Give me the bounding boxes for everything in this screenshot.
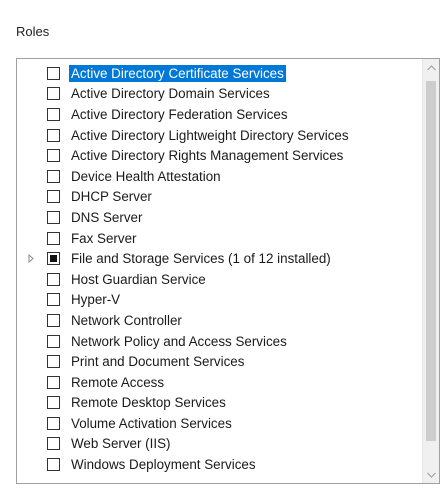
scroll-down-button[interactable] [423,466,439,483]
role-label: Fax Server [71,230,137,246]
role-list-item[interactable]: Active Directory Lightweight Directory S… [17,125,421,146]
role-list-item[interactable]: Active Directory Federation Services [17,104,421,125]
role-label: Volume Activation Services [71,415,232,431]
role-list-item[interactable]: Volume Activation Services [17,413,421,434]
role-checkbox[interactable] [47,396,60,410]
role-checkbox[interactable] [47,272,60,286]
role-label: Remote Desktop Services [71,395,226,411]
role-label: Device Health Attestation [71,168,221,184]
role-checkbox[interactable] [47,169,60,183]
role-list-item[interactable]: Print and Document Services [17,351,421,372]
expander-spacer [25,459,37,471]
expander-spacer [25,170,37,182]
role-checkbox[interactable] [47,458,60,472]
role-label: Network Policy and Access Services [71,333,287,349]
role-list-item[interactable]: Fax Server [17,228,421,249]
role-list-item[interactable]: Network Controller [17,310,421,331]
role-label: Network Controller [71,312,182,328]
expander-spacer [25,356,37,368]
expander-spacer [25,150,37,162]
role-checkbox[interactable] [47,252,60,266]
role-label: Hyper-V [71,292,121,308]
role-label: Web Server (IIS) [71,436,171,452]
role-label: Active Directory Rights Management Servi… [71,148,344,164]
role-label: DNS Server [71,209,143,225]
expander-spacer [25,108,37,120]
expander-spacer [25,438,37,450]
roles-list-items: Active Directory Certificate Services Act… [17,63,421,475]
expander-spacer [25,67,37,79]
role-label: Remote Access [71,374,165,390]
role-list-item[interactable]: Windows Deployment Services [17,454,421,475]
role-checkbox[interactable] [47,437,60,451]
role-checkbox[interactable] [47,416,60,430]
role-checkbox[interactable] [47,355,60,369]
expander-spacer [25,232,37,244]
expander-spacer [25,294,37,306]
role-label: Windows Deployment Services [71,457,256,473]
role-checkbox[interactable] [47,313,60,327]
expander-spacer [25,273,37,285]
role-checkbox[interactable] [47,87,60,101]
role-label: File and Storage Services (1 of 12 insta… [71,251,331,267]
roles-section-title: Roles [16,24,50,39]
expander-spacer [25,88,37,100]
expander-spacer [25,129,37,141]
role-list-item[interactable]: Active Directory Certificate Services [17,63,421,84]
role-list-item[interactable]: DNS Server [17,207,421,228]
role-checkbox[interactable] [47,66,60,80]
expand-arrow-icon[interactable] [25,253,37,265]
chevron-up-icon [426,64,436,70]
role-list-item[interactable]: File and Storage Services (1 of 12 insta… [17,248,421,269]
expander-spacer [25,314,37,326]
role-label: Host Guardian Service [71,271,206,287]
role-checkbox[interactable] [47,210,60,224]
role-list-item[interactable]: Remote Access [17,372,421,393]
chevron-down-icon [426,472,436,478]
expander-spacer [25,397,37,409]
role-label: DHCP Server [71,189,152,205]
role-checkbox[interactable] [47,107,60,121]
role-label: Active Directory Certificate Services [69,64,286,82]
role-list-item[interactable]: Web Server (IIS) [17,434,421,455]
role-list-item[interactable]: Hyper-V [17,290,421,311]
role-list-item[interactable]: Device Health Attestation [17,166,421,187]
role-checkbox[interactable] [47,334,60,348]
expander-spacer [25,376,37,388]
expander-spacer [25,335,37,347]
role-checkbox[interactable] [47,128,60,142]
expander-spacer [25,191,37,203]
role-checkbox[interactable] [47,375,60,389]
role-list-item[interactable]: Network Policy and Access Services [17,331,421,352]
role-list-item[interactable]: Active Directory Rights Management Servi… [17,145,421,166]
scroll-up-button[interactable] [423,59,439,76]
role-label: Active Directory Federation Services [71,106,288,122]
role-list-item[interactable]: Remote Desktop Services [17,393,421,414]
role-label: Active Directory Lightweight Directory S… [71,127,349,143]
role-label: Print and Document Services [71,354,245,370]
role-list-item[interactable]: DHCP Server [17,187,421,208]
role-checkbox[interactable] [47,293,60,307]
expander-spacer [25,211,37,223]
vertical-scrollbar[interactable] [422,59,439,483]
role-checkbox[interactable] [47,231,60,245]
role-label: Active Directory Domain Services [71,86,270,102]
expander-spacer [25,417,37,429]
role-checkbox[interactable] [47,190,60,204]
role-list-item[interactable]: Active Directory Domain Services [17,84,421,105]
role-list-item[interactable]: Host Guardian Service [17,269,421,290]
role-checkbox[interactable] [47,149,60,163]
scroll-thumb[interactable] [426,81,436,441]
roles-list[interactable]: Active Directory Certificate Services Act… [16,58,440,484]
